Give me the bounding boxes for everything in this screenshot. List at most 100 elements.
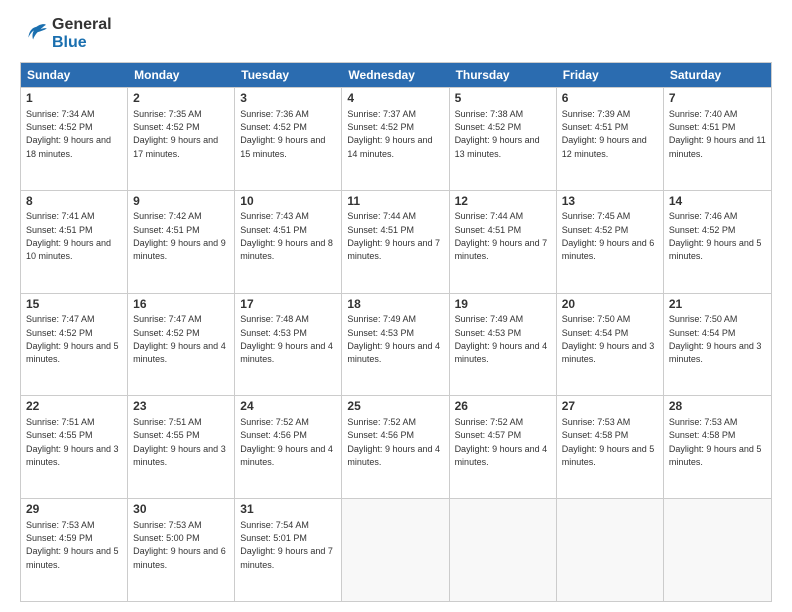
day-info: Sunrise: 7:54 AMSunset: 5:01 PMDaylight:… [240,520,333,570]
header-day-saturday: Saturday [664,63,771,87]
header-day-friday: Friday [557,63,664,87]
header-day-monday: Monday [128,63,235,87]
day-info: Sunrise: 7:53 AMSunset: 5:00 PMDaylight:… [133,520,226,570]
day-info: Sunrise: 7:34 AMSunset: 4:52 PMDaylight:… [26,109,111,159]
empty-cell [664,499,771,601]
day-number: 29 [26,502,122,518]
day-number: 16 [133,297,229,313]
day-number: 11 [347,194,443,210]
day-cell-19: 19Sunrise: 7:49 AMSunset: 4:53 PMDayligh… [450,294,557,396]
day-info: Sunrise: 7:52 AMSunset: 4:57 PMDaylight:… [455,417,548,467]
page: General Blue SundayMondayTuesdayWednesda… [0,0,792,612]
day-info: Sunrise: 7:42 AMSunset: 4:51 PMDaylight:… [133,211,226,261]
day-info: Sunrise: 7:50 AMSunset: 4:54 PMDaylight:… [562,314,655,364]
day-cell-30: 30 Sunrise: 7:53 AMSunset: 5:00 PMDayligh… [128,499,235,601]
day-info: Sunrise: 7:37 AMSunset: 4:52 PMDaylight:… [347,109,432,159]
day-cell-4: 4 Sunrise: 7:37 AMSunset: 4:52 PMDaylight… [342,88,449,190]
day-info: Sunrise: 7:51 AMSunset: 4:55 PMDaylight:… [26,417,119,467]
week-row-2: 8Sunrise: 7:41 AMSunset: 4:51 PMDaylight… [21,190,771,293]
day-cell-25: 25 Sunrise: 7:52 AMSunset: 4:56 PMDayligh… [342,396,449,498]
week-row-5: 29 Sunrise: 7:53 AMSunset: 4:59 PMDayligh… [21,498,771,601]
day-info: Sunrise: 7:49 AMSunset: 4:53 PMDaylight:… [455,314,548,364]
empty-cell [557,499,664,601]
day-number: 13 [562,194,658,210]
day-number: 10 [240,194,336,210]
day-cell-7: 7Sunrise: 7:40 AMSunset: 4:51 PMDaylight… [664,88,771,190]
logo-icon [20,23,48,45]
day-info: Sunrise: 7:52 AMSunset: 4:56 PMDaylight:… [347,417,440,467]
day-info: Sunrise: 7:41 AMSunset: 4:51 PMDaylight:… [26,211,111,261]
day-info: Sunrise: 7:46 AMSunset: 4:52 PMDaylight:… [669,211,762,261]
day-cell-3: 3 Sunrise: 7:36 AMSunset: 4:52 PMDaylight… [235,88,342,190]
week-row-1: 1 Sunrise: 7:34 AMSunset: 4:52 PMDaylight… [21,87,771,190]
day-info: Sunrise: 7:53 AMSunset: 4:58 PMDaylight:… [562,417,655,467]
day-cell-26: 26 Sunrise: 7:52 AMSunset: 4:57 PMDayligh… [450,396,557,498]
day-number: 2 [133,91,229,107]
day-info: Sunrise: 7:47 AMSunset: 4:52 PMDaylight:… [26,314,119,364]
empty-cell [450,499,557,601]
day-number: 5 [455,91,551,107]
day-number: 21 [669,297,766,313]
day-info: Sunrise: 7:36 AMSunset: 4:52 PMDaylight:… [240,109,325,159]
day-number: 30 [133,502,229,518]
day-info: Sunrise: 7:47 AMSunset: 4:52 PMDaylight:… [133,314,226,364]
day-cell-23: 23Sunrise: 7:51 AMSunset: 4:55 PMDayligh… [128,396,235,498]
day-number: 22 [26,399,122,415]
day-info: Sunrise: 7:44 AMSunset: 4:51 PMDaylight:… [455,211,548,261]
day-number: 1 [26,91,122,107]
day-info: Sunrise: 7:52 AMSunset: 4:56 PMDaylight:… [240,417,333,467]
day-cell-29: 29 Sunrise: 7:53 AMSunset: 4:59 PMDayligh… [21,499,128,601]
day-number: 25 [347,399,443,415]
day-cell-15: 15Sunrise: 7:47 AMSunset: 4:52 PMDayligh… [21,294,128,396]
day-cell-2: 2 Sunrise: 7:35 AMSunset: 4:52 PMDaylight… [128,88,235,190]
day-number: 31 [240,502,336,518]
day-number: 24 [240,399,336,415]
day-number: 8 [26,194,122,210]
day-info: Sunrise: 7:53 AMSunset: 4:59 PMDaylight:… [26,520,119,570]
logo: General Blue [20,16,112,52]
day-cell-31: 31 Sunrise: 7:54 AMSunset: 5:01 PMDayligh… [235,499,342,601]
day-info: Sunrise: 7:53 AMSunset: 4:58 PMDaylight:… [669,417,762,467]
day-number: 17 [240,297,336,313]
day-number: 4 [347,91,443,107]
day-number: 3 [240,91,336,107]
calendar: SundayMondayTuesdayWednesdayThursdayFrid… [20,62,772,602]
day-info: Sunrise: 7:35 AMSunset: 4:52 PMDaylight:… [133,109,218,159]
calendar-body: 1 Sunrise: 7:34 AMSunset: 4:52 PMDaylight… [21,87,771,601]
day-number: 7 [669,91,766,107]
day-info: Sunrise: 7:43 AMSunset: 4:51 PMDaylight:… [240,211,333,261]
day-number: 18 [347,297,443,313]
day-number: 28 [669,399,766,415]
day-cell-21: 21Sunrise: 7:50 AMSunset: 4:54 PMDayligh… [664,294,771,396]
day-cell-28: 28 Sunrise: 7:53 AMSunset: 4:58 PMDayligh… [664,396,771,498]
empty-cell [342,499,449,601]
day-info: Sunrise: 7:39 AMSunset: 4:51 PMDaylight:… [562,109,647,159]
day-info: Sunrise: 7:38 AMSunset: 4:52 PMDaylight:… [455,109,540,159]
day-number: 12 [455,194,551,210]
day-number: 27 [562,399,658,415]
day-info: Sunrise: 7:48 AMSunset: 4:53 PMDaylight:… [240,314,333,364]
day-cell-16: 16Sunrise: 7:47 AMSunset: 4:52 PMDayligh… [128,294,235,396]
day-cell-22: 22 Sunrise: 7:51 AMSunset: 4:55 PMDayligh… [21,396,128,498]
day-info: Sunrise: 7:50 AMSunset: 4:54 PMDaylight:… [669,314,762,364]
day-cell-24: 24 Sunrise: 7:52 AMSunset: 4:56 PMDayligh… [235,396,342,498]
day-cell-18: 18Sunrise: 7:49 AMSunset: 4:53 PMDayligh… [342,294,449,396]
day-info: Sunrise: 7:45 AMSunset: 4:52 PMDaylight:… [562,211,655,261]
day-cell-12: 12Sunrise: 7:44 AMSunset: 4:51 PMDayligh… [450,191,557,293]
day-info: Sunrise: 7:44 AMSunset: 4:51 PMDaylight:… [347,211,440,261]
day-cell-13: 13Sunrise: 7:45 AMSunset: 4:52 PMDayligh… [557,191,664,293]
logo-text: General Blue [52,16,112,52]
day-cell-9: 9Sunrise: 7:42 AMSunset: 4:51 PMDaylight… [128,191,235,293]
header-day-thursday: Thursday [450,63,557,87]
week-row-3: 15Sunrise: 7:47 AMSunset: 4:52 PMDayligh… [21,293,771,396]
day-cell-5: 5 Sunrise: 7:38 AMSunset: 4:52 PMDaylight… [450,88,557,190]
header-day-wednesday: Wednesday [342,63,449,87]
day-cell-27: 27 Sunrise: 7:53 AMSunset: 4:58 PMDayligh… [557,396,664,498]
day-cell-6: 6Sunrise: 7:39 AMSunset: 4:51 PMDaylight… [557,88,664,190]
day-number: 15 [26,297,122,313]
calendar-header: SundayMondayTuesdayWednesdayThursdayFrid… [21,63,771,87]
day-number: 26 [455,399,551,415]
day-number: 14 [669,194,766,210]
day-number: 19 [455,297,551,313]
day-cell-1: 1 Sunrise: 7:34 AMSunset: 4:52 PMDaylight… [21,88,128,190]
